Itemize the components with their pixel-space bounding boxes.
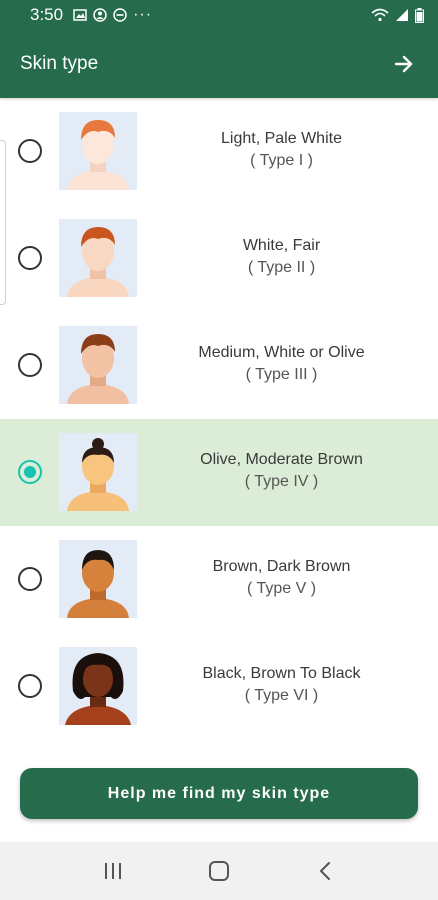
skin-type-option[interactable]: White, Fair ( Type II ) [0,205,438,312]
image-icon [73,9,87,21]
skin-type-name: Light, Pale White [221,130,342,147]
face-illustration [67,334,129,404]
skin-type-name: Medium, White or Olive [198,344,365,361]
home-button[interactable] [199,851,239,891]
status-bar: 3:50 ··· [0,0,438,30]
skin-type-list: Light, Pale White ( Type I ) White, Fair… [0,98,438,740]
account-icon [93,8,107,22]
skin-type-option[interactable]: Light, Pale White ( Type I ) [0,98,438,205]
skin-type-option[interactable]: Medium, White or Olive ( Type III ) [0,312,438,419]
recents-icon [105,863,121,879]
arrow-right-icon [394,55,413,73]
skin-type-code: ( Type V ) [246,580,317,597]
skin-type-name: Black, Brown To Black [202,665,361,682]
status-time: 3:50 [30,5,64,24]
skin-type-name: Olive, Moderate Brown [200,451,363,468]
avatar [59,219,137,297]
wifi-icon [371,8,389,22]
page-title: Skin type [20,53,99,74]
avatar [59,326,137,404]
face-illustration [67,120,129,190]
face-illustration [67,438,129,511]
help-find-skin-type-button[interactable]: Help me find my skin type [20,768,418,819]
skin-type-code: ( Type IV ) [244,473,319,490]
status-more: ··· [133,6,153,23]
skin-type-code: ( Type VI ) [244,687,319,704]
avatar [59,647,137,725]
back-icon [320,862,330,880]
home-icon [209,861,229,881]
skin-type-code: ( Type III ) [245,366,318,383]
radio-button-checked[interactable] [18,460,42,484]
face-illustration [67,227,129,297]
radio-button[interactable] [18,139,42,163]
battery-icon [415,7,424,23]
radio-button[interactable] [18,674,42,698]
app-bar: Skin type [0,30,438,98]
skin-type-name: White, Fair [242,237,321,254]
do-not-disturb-icon [113,8,127,22]
system-nav-bar [0,842,438,900]
back-button[interactable] [305,851,345,891]
radio-button[interactable] [18,353,42,377]
avatar [59,433,137,511]
skin-type-code: ( Type I ) [250,152,313,169]
face-illustration [65,653,131,725]
skin-type-option-selected[interactable]: Olive, Moderate Brown ( Type IV ) [0,419,438,526]
skin-type-option[interactable]: Brown, Dark Brown ( Type V ) [0,526,438,633]
avatar [59,540,137,618]
skin-type-name: Brown, Dark Brown [212,558,351,575]
radio-button[interactable] [18,246,42,270]
skin-type-option[interactable]: Black, Brown To Black ( Type VI ) [0,633,438,740]
next-button[interactable] [390,50,418,78]
skin-type-code: ( Type II ) [247,259,316,276]
recents-button[interactable] [93,851,133,891]
face-illustration [67,550,129,618]
avatar [59,112,137,190]
radio-button[interactable] [18,567,42,591]
signal-icon [396,9,408,21]
